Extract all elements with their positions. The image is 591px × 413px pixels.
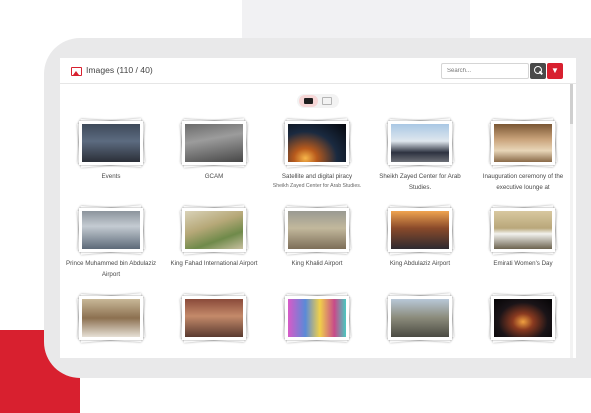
album-sublabel: Sheikh Zayed Center for Arab Studies.	[272, 183, 362, 189]
chevron-down-icon[interactable]: ▼	[547, 63, 563, 79]
album-label: GCAM	[204, 173, 224, 180]
folder-icon[interactable]	[299, 95, 318, 107]
album-item[interactable]	[61, 293, 161, 343]
album-thumbnail[interactable]	[180, 118, 248, 168]
album-thumbnail[interactable]	[489, 205, 557, 255]
album-item[interactable]: Prince Muhammed bin Abdulaziz Airport	[61, 205, 161, 280]
album-thumbnail[interactable]	[386, 205, 454, 255]
view-toggle	[297, 94, 339, 108]
grid-icon[interactable]	[322, 97, 332, 105]
panel-header: Images (110 / 40) ▼	[60, 58, 576, 84]
album-thumbnail[interactable]	[77, 118, 145, 168]
album-thumbnail[interactable]	[77, 205, 145, 255]
album-thumbnail[interactable]	[77, 293, 145, 343]
album-item[interactable]	[267, 293, 367, 343]
album-thumbnail[interactable]	[386, 293, 454, 343]
album-thumbnail[interactable]	[386, 118, 454, 168]
album-item[interactable]	[473, 293, 573, 343]
page-stage: Images (110 / 40) ▼ Events GCAM	[0, 0, 591, 413]
album-label: Inauguration ceremony of the executive l…	[482, 173, 564, 191]
album-thumbnail[interactable]	[180, 293, 248, 343]
scrollbar-thumb[interactable]	[570, 84, 573, 124]
panel-title: Images (110 / 40)	[86, 65, 153, 75]
album-thumbnail[interactable]	[283, 293, 351, 343]
album-label: Prince Muhammed bin Abdulaziz Airport	[65, 260, 157, 278]
album-item[interactable]: Emirati Women's Day	[473, 205, 573, 269]
album-item[interactable]	[164, 293, 264, 343]
album-thumbnail[interactable]	[489, 118, 557, 168]
album-label: King Abdulaziz Airport	[389, 260, 451, 267]
album-item[interactable]: Sheikh Zayed Center for Arab Studies.	[370, 118, 470, 193]
album-item[interactable]: King Khalid Airport	[267, 205, 367, 269]
album-item[interactable]	[370, 293, 470, 343]
album-label: Emirati Women's Day	[493, 260, 553, 267]
album-item[interactable]: GCAM	[164, 118, 264, 182]
images-panel: Images (110 / 40) ▼ Events GCAM	[60, 58, 576, 358]
album-label: Sheikh Zayed Center for Arab Studies.	[379, 173, 461, 191]
album-item[interactable]: King Fahad International Airport	[164, 205, 264, 269]
search-input[interactable]	[441, 63, 529, 79]
album-item[interactable]: Inauguration ceremony of the executive l…	[473, 118, 573, 193]
album-label: King Khalid Airport	[291, 260, 343, 267]
album-label: King Fahad International Airport	[170, 260, 258, 267]
album-label: Satellite and digital piracy	[281, 173, 353, 180]
album-item[interactable]: Satellite and digital piracy Sheikh Zaye…	[267, 118, 367, 190]
album-thumbnail[interactable]	[180, 205, 248, 255]
album-thumbnail[interactable]	[283, 205, 351, 255]
album-thumbnail[interactable]	[489, 293, 557, 343]
album-item[interactable]: Events	[61, 118, 161, 182]
search-icon[interactable]	[530, 63, 546, 79]
album-item[interactable]: King Abdulaziz Airport	[370, 205, 470, 269]
album-label: Events	[101, 173, 121, 180]
image-icon	[71, 67, 82, 76]
album-thumbnail[interactable]	[283, 118, 351, 168]
